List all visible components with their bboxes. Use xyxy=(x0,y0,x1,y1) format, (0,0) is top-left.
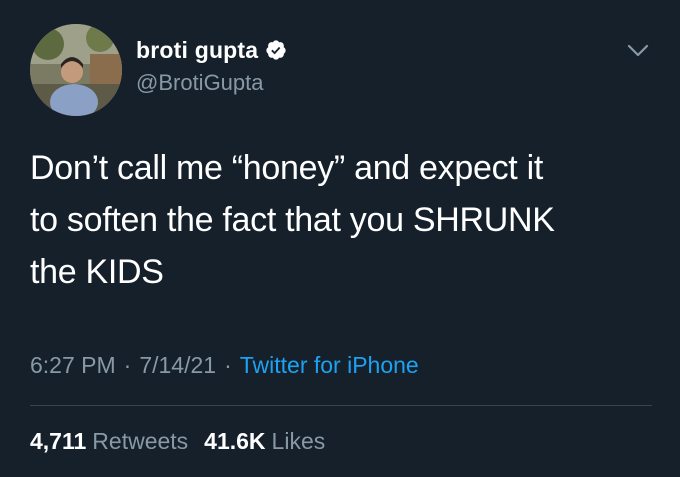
tweet-date[interactable]: 7/14/21 xyxy=(139,352,216,379)
avatar-photo xyxy=(30,24,122,116)
divider xyxy=(30,405,652,406)
chevron-down-icon[interactable] xyxy=(624,36,652,64)
meta-separator: · xyxy=(224,352,232,378)
tweet-time[interactable]: 6:27 PM xyxy=(30,352,116,379)
retweets-stat[interactable]: 4,711 Retweets xyxy=(30,428,188,455)
likes-stat[interactable]: 41.6K Likes xyxy=(204,428,325,455)
verified-badge-icon xyxy=(266,40,286,60)
tweet-text: Don’t call me “honey” and expect it to s… xyxy=(30,149,555,291)
retweets-label: Retweets xyxy=(92,428,189,454)
tweet-card: broti gupta @BrotiGupta Don’t call me “h… xyxy=(0,0,680,477)
avatar[interactable] xyxy=(30,24,122,116)
meta-separator: · xyxy=(123,352,132,378)
likes-label: Likes xyxy=(271,428,326,454)
tweet-source-link[interactable]: Twitter for iPhone xyxy=(240,352,419,379)
tweet-meta: 6:27 PM · 7/14/21 · Twitter for iPhone xyxy=(30,352,419,379)
author-name-row[interactable]: broti gupta xyxy=(136,36,287,64)
author-handle[interactable]: @BrotiGupta xyxy=(136,70,264,96)
likes-count: 41.6K xyxy=(204,428,266,454)
tweet-stats: 4,711 Retweets 41.6K Likes xyxy=(30,428,325,455)
display-name[interactable]: broti gupta xyxy=(136,37,258,64)
retweets-count: 4,711 xyxy=(30,428,87,454)
